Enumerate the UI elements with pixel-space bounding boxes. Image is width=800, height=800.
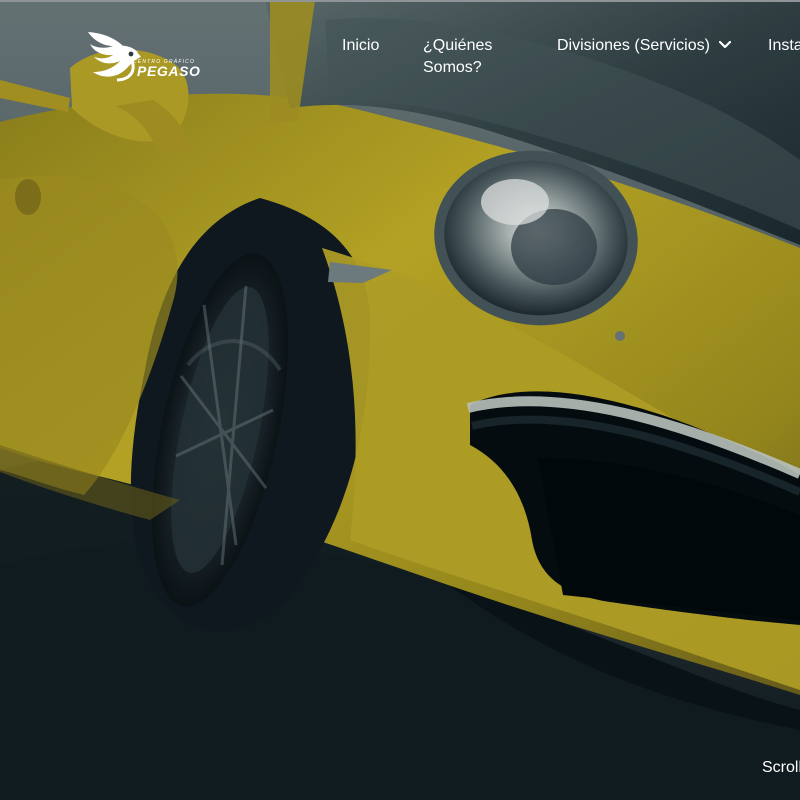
scroll-indicator-label: Scroll — [762, 759, 800, 776]
nav-link-instalaciones[interactable]: Instalaciones — [768, 35, 800, 57]
nav-link-divisiones-servicios[interactable]: Divisiones (Servicios) — [557, 35, 731, 57]
nav-link-divisiones-label: Divisiones (Servicios) — [557, 37, 710, 54]
hero-background-car-image — [0, 0, 800, 800]
main-navigation: Inicio ¿Quiénes Somos? Divisiones (Servi… — [0, 0, 800, 100]
hero-section: CENTRO GRÁFICO PEGASO Inicio ¿Quiénes So… — [0, 0, 800, 800]
nav-link-quienes-somos[interactable]: ¿Quiénes Somos? — [423, 35, 509, 79]
nav-link-inicio[interactable]: Inicio — [342, 35, 379, 57]
chevron-down-icon — [718, 40, 731, 48]
